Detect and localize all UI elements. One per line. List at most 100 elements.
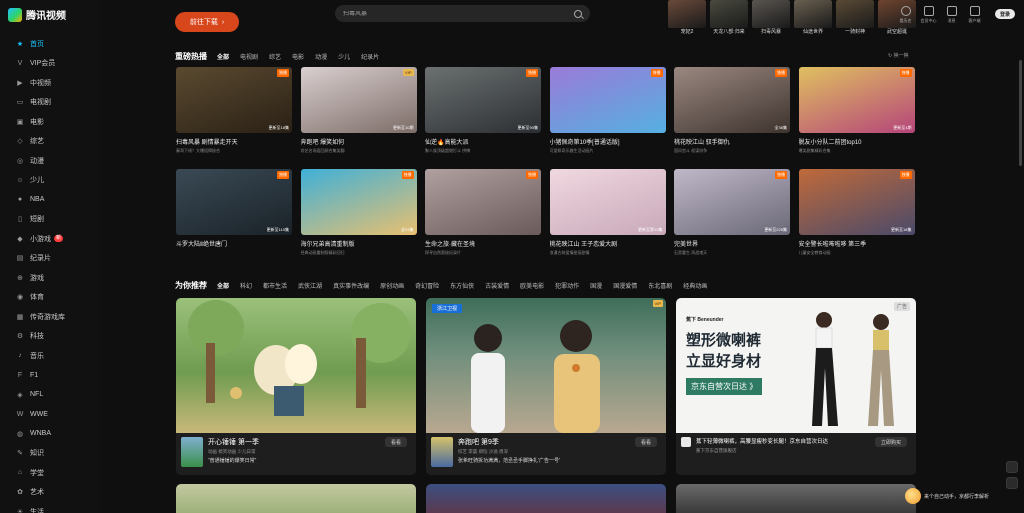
sidebar-item[interactable]: W WWE: [0, 405, 100, 425]
video-card[interactable]: 独播 更新至18集 扫毒风暴 剧情暴走开天 秦哥下线？大爆组揭秘合: [176, 67, 292, 154]
video-card[interactable]: VIP 更新至10期 奔跑吧 爆笑如何 综艺名场面回顾合集笑翻: [300, 67, 417, 154]
category-tab[interactable]: 犯罪动作: [555, 281, 579, 290]
category-tab[interactable]: 动漫: [315, 52, 327, 61]
sidebar-item[interactable]: ☀ 生活: [0, 502, 100, 513]
scrollbar[interactable]: [1019, 60, 1022, 166]
search-input[interactable]: [343, 10, 574, 17]
sidebar-item[interactable]: ◆ 小游戏新: [0, 229, 100, 249]
card-thumbnail: 独播: [549, 67, 666, 133]
sidebar-item[interactable]: ▯ 短剧: [0, 210, 100, 230]
recommend-card-peek[interactable]: [176, 484, 416, 513]
sidebar-item[interactable]: ⌂ 学堂: [0, 463, 100, 483]
watch-button[interactable]: 看看: [635, 437, 657, 447]
download-button-label: 前往下载: [189, 19, 218, 26]
category-tab[interactable]: 都市生活: [263, 281, 287, 290]
category-tab[interactable]: 东北喜剧: [648, 281, 672, 290]
category-tab[interactable]: 欧美电影: [520, 281, 544, 290]
hero-thumbnail[interactable]: 天龙八部:归来: [710, 0, 748, 37]
card-title: 生命之旅·藏在圣境: [425, 242, 475, 248]
category-tab[interactable]: 奇幻冒险: [415, 281, 439, 290]
sidebar-item[interactable]: F F1: [0, 366, 100, 386]
category-tab[interactable]: 电影: [292, 52, 304, 61]
search-icon[interactable]: [574, 9, 582, 18]
card-badge: 独播: [650, 69, 663, 77]
category-tab[interactable]: 古装爱情: [485, 281, 509, 290]
app-logo[interactable]: 腾讯视频: [8, 7, 66, 22]
recommend-card[interactable]: 浙江卫视 VIP 奔跑吧 第9季 综艺 李晨 郑恺 沙溢 周深 张希旺骑拆功满满…: [426, 298, 666, 475]
category-tab[interactable]: 国漫: [590, 281, 602, 290]
assistant-popup[interactable]: 来个自己动手，京都行李解析: [905, 488, 989, 504]
sidebar-item[interactable]: ◉ 体育: [0, 288, 100, 308]
video-card[interactable]: 独播 更新至225集 完美世界 石昊重生 再战诸天: [674, 169, 790, 256]
sidebar-item[interactable]: ◎ 动漫: [0, 151, 100, 171]
card-thumbnail: 独播 更新至4期: [798, 67, 915, 133]
category-tab[interactable]: 电视剧: [240, 52, 258, 61]
top-tool[interactable]: 看历史: [897, 6, 914, 24]
video-card[interactable]: 独播 全36集 桃花映江山 驭手御仇 国风宫斗 权谋纷争: [674, 67, 790, 154]
sidebar-item[interactable]: ◍ WNBA: [0, 424, 100, 444]
sidebar-item[interactable]: ♪ 音乐: [0, 346, 100, 366]
download-button[interactable]: 前往下载 ›: [175, 12, 239, 32]
sidebar-item[interactable]: ▶ 中视频: [0, 73, 100, 93]
sidebar-item[interactable]: ◈ NFL: [0, 385, 100, 405]
sidebar-item[interactable]: ✎ 知识: [0, 444, 100, 464]
recommend-card[interactable]: 开心锤锤 第一季 动画 搞笑动画 少儿日常 “普通锤锤的爆笑日常” 看看: [176, 298, 416, 475]
video-card[interactable]: 独播 全31集 海尔兄弟高清重制版 经典动画重制版精彩回归: [300, 169, 417, 256]
hero-thumbnail[interactable]: 扫毒风暴: [752, 0, 790, 37]
sidebar-item[interactable]: V VIP会员: [0, 54, 100, 74]
video-card[interactable]: 独播 更新至110集 斗罗大陆Ⅱ绝世唐门: [176, 169, 292, 250]
video-card[interactable]: 独播 更新至18集 安全警长啦咘啦哆 第三季 儿童安全教育动画: [798, 169, 915, 256]
search-box[interactable]: [335, 5, 590, 22]
back-to-top-icon[interactable]: [1006, 477, 1018, 489]
top-tool[interactable]: 客户端: [966, 6, 983, 24]
sidebar-item[interactable]: ☺ 少儿: [0, 171, 100, 191]
top-tool[interactable]: 消息: [943, 6, 960, 24]
hero-thumbnail[interactable]: 一骑封神: [836, 0, 874, 37]
video-card[interactable]: 独播 更新至4期 脱友小分队二前团top10 爆笑剧集精彩合集: [798, 67, 915, 154]
wwe-icon: W: [16, 410, 24, 418]
sidebar-item-label: NBA: [30, 196, 45, 204]
category-tab[interactable]: 全部: [217, 52, 229, 61]
recommend-card-peek[interactable]: [676, 484, 916, 513]
sidebar-item[interactable]: ● NBA: [0, 190, 100, 210]
update-status: 更新至90集: [517, 125, 538, 130]
sidebar-item[interactable]: ⚙ 科技: [0, 327, 100, 347]
category-tab[interactable]: 经典动画: [683, 281, 707, 290]
card-desc: 张希旺骑拆功满满，范丞丞手脚挣扎'广告一号': [458, 458, 560, 464]
category-tab[interactable]: 武侠江湖: [298, 281, 322, 290]
category-tab[interactable]: 全部: [217, 281, 229, 290]
sidebar-item[interactable]: ◇ 综艺: [0, 132, 100, 152]
refresh-button[interactable]: ↻ 换一换: [888, 52, 909, 59]
sidebar-item[interactable]: ⊕ 游戏: [0, 268, 100, 288]
category-tab[interactable]: 科幻: [240, 281, 252, 290]
recommend-card-peek[interactable]: [426, 484, 666, 513]
feedback-icon[interactable]: [1006, 461, 1018, 473]
video-card[interactable]: 独播 小猪佩奇第10季[普通话版] 可爱佩奇乐趣生活动画片: [549, 67, 666, 154]
login-button[interactable]: 登录: [995, 9, 1015, 19]
sidebar-item[interactable]: ▦ 传奇游戏库: [0, 307, 100, 327]
sidebar-item[interactable]: ✿ 艺术: [0, 483, 100, 503]
buy-button[interactable]: 立即购买: [875, 437, 907, 447]
category-tab[interactable]: 原创动画: [380, 281, 404, 290]
section-title: 重磅热播: [175, 52, 207, 61]
hero-thumbnail[interactable]: 宠妃2: [668, 0, 706, 37]
category-tab[interactable]: 综艺: [269, 52, 281, 61]
category-tab[interactable]: 东方仙侠: [450, 281, 474, 290]
video-card[interactable]: 更新至第13集 桃花映江山 王子恋爱大剧 浪漫古装爱情甜宠剧情: [549, 169, 666, 256]
sidebar-item[interactable]: ▭ 电视剧: [0, 93, 100, 113]
sidebar-item[interactable]: ▤ 纪录片: [0, 249, 100, 269]
hot-tabs: 全部 电视剧 综艺 电影 动漫 少儿 纪录片: [217, 52, 390, 61]
top-tool[interactable]: 会员中心: [920, 6, 937, 24]
hero-thumbnail[interactable]: 仙途世界: [794, 0, 832, 37]
category-tab[interactable]: 纪录片: [361, 52, 379, 61]
video-card[interactable]: 独播 更新至90集 仙逆🔥高能大派 聚人族顶级超燃打斗 拼搏: [425, 67, 541, 154]
video-card[interactable]: 独播 生命之旅·藏在圣境 探寻自然奥秘纪录片: [425, 169, 541, 256]
sidebar-item[interactable]: ★ 首页: [0, 34, 100, 54]
category-tab[interactable]: 少儿: [338, 52, 350, 61]
category-tab[interactable]: 真实事件改编: [333, 281, 369, 290]
sidebar-item[interactable]: ▣ 电影: [0, 112, 100, 132]
category-tab[interactable]: 国漫爱情: [613, 281, 637, 290]
watch-button[interactable]: 看看: [385, 437, 407, 447]
chevron-right-icon: ›: [221, 18, 225, 26]
ad-card[interactable]: 蕉下 Beneunder 塑形微喇裤 立显好身材 京东自营次日达 》 广告 蕉下…: [676, 298, 916, 475]
